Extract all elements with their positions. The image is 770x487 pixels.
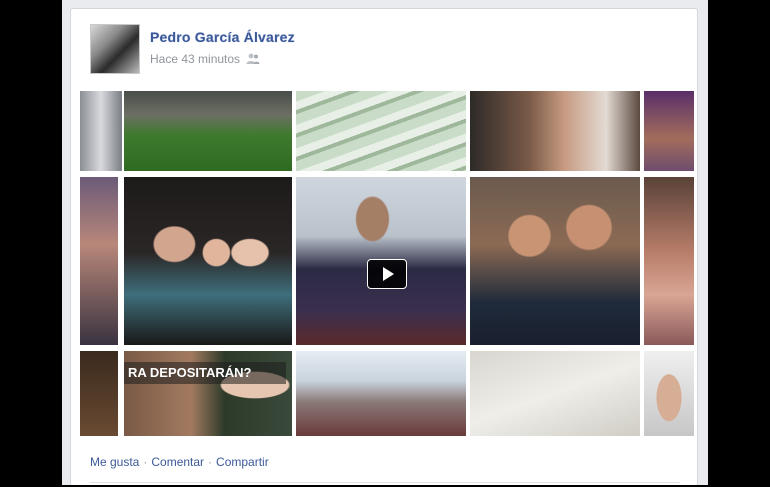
photo-tile[interactable] bbox=[644, 91, 694, 171]
share-link[interactable]: Compartir bbox=[216, 455, 269, 469]
photo-mosaic: RA DEPOSITARÁN? bbox=[80, 91, 694, 436]
play-icon[interactable] bbox=[367, 259, 407, 289]
comment-link[interactable]: Comentar bbox=[151, 455, 204, 469]
photo-tile[interactable] bbox=[80, 351, 118, 436]
photo-tile[interactable] bbox=[644, 351, 694, 436]
friends-icon[interactable] bbox=[246, 53, 260, 65]
photo-tile[interactable] bbox=[80, 177, 118, 345]
post-card: Pedro García Álvarez Hace 43 minutos RA … bbox=[70, 8, 698, 485]
photo-tile[interactable] bbox=[124, 91, 292, 171]
photo-tile[interactable] bbox=[644, 177, 694, 345]
photo-tile[interactable] bbox=[470, 91, 640, 171]
post-timestamp[interactable]: Hace 43 minutos bbox=[150, 52, 240, 66]
post-actions: Me gusta · Comentar · Compartir bbox=[90, 455, 269, 469]
photo-tile[interactable] bbox=[470, 177, 640, 345]
image-caption: RA DEPOSITARÁN? bbox=[124, 362, 286, 384]
photo-tile[interactable] bbox=[80, 91, 122, 171]
like-link[interactable]: Me gusta bbox=[90, 455, 139, 469]
photo-tile[interactable] bbox=[124, 177, 292, 345]
photo-tile[interactable] bbox=[470, 351, 640, 436]
photo-tile[interactable] bbox=[296, 91, 466, 171]
separator: · bbox=[143, 455, 148, 469]
avatar[interactable] bbox=[90, 24, 140, 74]
separator: · bbox=[208, 455, 213, 469]
photo-tile[interactable] bbox=[296, 351, 466, 436]
post-author[interactable]: Pedro García Álvarez bbox=[150, 29, 295, 45]
post-meta: Hace 43 minutos bbox=[150, 52, 260, 66]
